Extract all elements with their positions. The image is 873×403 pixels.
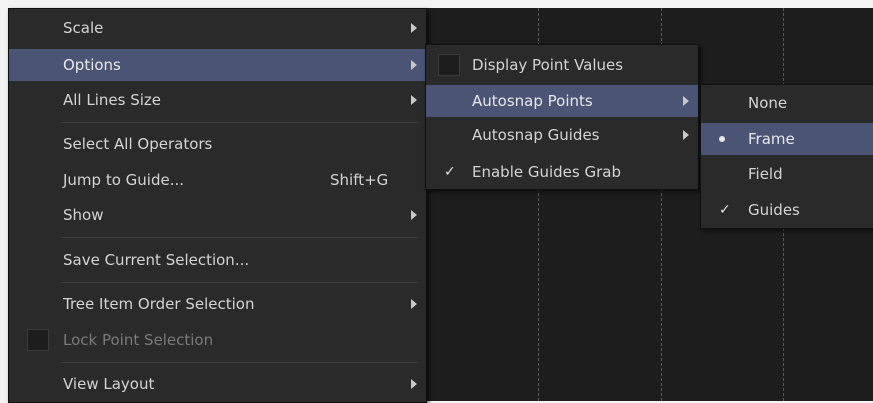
menu-item-label: Show	[63, 206, 104, 224]
menu-item-label: Jump to Guide...	[63, 171, 185, 189]
menu-item-label: View Layout	[63, 375, 155, 393]
menu-item-autosnap-guides[interactable]: Autosnap Guides	[426, 119, 698, 151]
menu-item-options[interactable]: Options	[9, 49, 426, 81]
menu-separator	[61, 122, 418, 123]
menu-item-label: Frame	[748, 130, 795, 148]
menu-item-all-lines-size[interactable]: All Lines Size	[9, 84, 426, 116]
checkbox-icon	[438, 54, 460, 76]
submenu-arrow-icon	[411, 299, 417, 309]
menu-item-none[interactable]: None	[701, 87, 873, 119]
menu-item-tree-item-order-selection[interactable]: Tree Item Order Selection	[9, 288, 426, 320]
submenu-arrow-icon	[683, 96, 689, 106]
menu-item-label: None	[748, 94, 788, 112]
menu-item-label: Tree Item Order Selection	[63, 295, 255, 313]
menu-item-view-layout[interactable]: View Layout	[9, 368, 426, 400]
menu-item-label: Options	[63, 56, 121, 74]
submenu-arrow-icon	[411, 95, 417, 105]
menu-item-display-point-values[interactable]: Display Point Values	[426, 49, 698, 81]
menu-separator	[61, 282, 418, 283]
submenu-arrow-icon	[411, 60, 417, 70]
checkbox-icon	[27, 329, 49, 351]
menu-item-label: Scale	[63, 19, 104, 37]
menu-separator	[61, 362, 418, 363]
menu-item-label: Guides	[748, 201, 800, 219]
menu-item-label: Save Current Selection...	[63, 251, 250, 269]
menu-item-show[interactable]: Show	[9, 199, 426, 231]
submenu-arrow-icon	[411, 210, 417, 220]
menu-item-label: Enable Guides Grab	[472, 163, 621, 181]
menu-item-label: Autosnap Guides	[472, 126, 600, 144]
autosnap-points-submenu: None Frame Field ✓ Guides	[700, 84, 873, 229]
submenu-arrow-icon	[411, 379, 417, 389]
checkmark-icon: ✓	[444, 164, 456, 180]
menu-item-label: Lock Point Selection	[63, 331, 214, 349]
menu-item-frame[interactable]: Frame	[701, 123, 873, 155]
menu-item-jump-to-guide[interactable]: Jump to Guide... Shift+G	[9, 164, 426, 196]
radio-dot-icon	[719, 136, 725, 142]
menu-item-scale[interactable]: Scale	[9, 12, 426, 44]
options-submenu: Display Point Values Autosnap Points Aut…	[425, 44, 699, 190]
menu-item-guides[interactable]: ✓ Guides	[701, 194, 873, 226]
menu-item-label: Display Point Values	[472, 56, 624, 74]
menu-item-save-current-selection[interactable]: Save Current Selection...	[9, 244, 426, 276]
menu-item-field[interactable]: Field	[701, 158, 873, 190]
menu-item-label: All Lines Size	[63, 91, 161, 109]
menu-item-label: Autosnap Points	[472, 92, 593, 110]
menu-item-lock-point-selection[interactable]: Lock Point Selection	[9, 324, 426, 356]
menu-item-label: Field	[748, 165, 783, 183]
menu-item-select-all-operators[interactable]: Select All Operators	[9, 128, 426, 160]
menu-separator	[61, 237, 418, 238]
context-menu: Scale Options All Lines Size Select All …	[8, 8, 427, 403]
menu-item-label: Select All Operators	[63, 135, 213, 153]
checkmark-icon: ✓	[719, 202, 731, 218]
menu-item-enable-guides-grab[interactable]: ✓ Enable Guides Grab	[426, 156, 698, 188]
shortcut-label: Shift+G	[330, 171, 389, 189]
submenu-arrow-icon	[683, 130, 689, 140]
submenu-arrow-icon	[411, 23, 417, 33]
menu-item-autosnap-points[interactable]: Autosnap Points	[426, 85, 698, 117]
